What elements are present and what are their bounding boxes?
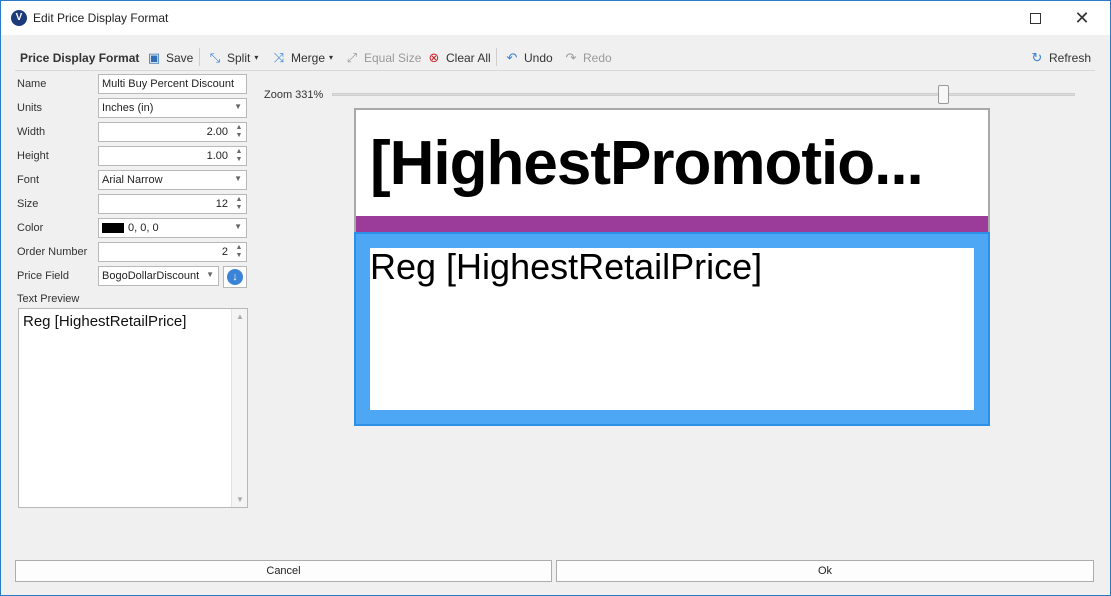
width-stepper[interactable]: 2.00 ▲ ▼ — [98, 122, 247, 142]
order-number-stepper[interactable]: 2 ▲ ▼ — [98, 242, 247, 262]
height-value: 1.00 — [206, 150, 228, 162]
chevron-down-icon: ▾ — [329, 53, 334, 62]
units-select[interactable]: Inches (in) ▼ — [98, 98, 247, 118]
refresh-button[interactable]: ↻ Refresh — [1029, 44, 1091, 71]
width-label: Width — [17, 126, 46, 138]
height-label: Height — [17, 150, 49, 162]
refresh-label: Refresh — [1049, 50, 1092, 65]
app-logo-icon: V — [11, 10, 27, 26]
save-label: Save — [166, 50, 194, 65]
text-preview-textarea[interactable]: Reg [HighestRetailPrice] ▲ ▼ — [18, 308, 248, 508]
toolbar: Price Display Format ▣ Save ⤡ Split ▾ ⤨ … — [15, 44, 1095, 71]
size-stepper[interactable]: 12 ▲ ▼ — [98, 194, 247, 214]
spin-arrows-icon[interactable]: ▲ ▼ — [234, 148, 244, 164]
text-preview-content: Reg [HighestRetailPrice] — [23, 313, 187, 330]
toolbar-separator — [199, 48, 200, 66]
undo-icon: ↶ — [506, 49, 518, 65]
close-button[interactable]: ✕ — [1059, 1, 1105, 35]
size-label: Size — [17, 198, 39, 210]
split-icon: ⤡ — [209, 49, 221, 65]
spin-arrows-icon[interactable]: ▲ ▼ — [234, 244, 244, 260]
scroll-up-icon[interactable]: ▲ — [232, 312, 248, 321]
order-number-label: Order Number — [17, 246, 88, 258]
edit-price-display-format-window: V Edit Price Display Format ✕ Price Disp… — [0, 0, 1111, 596]
window-title: Edit Price Display Format — [33, 11, 169, 25]
size-value: 12 — [215, 198, 228, 210]
name-label: Name — [17, 78, 47, 90]
chevron-down-icon: ▼ — [234, 222, 242, 231]
units-value: Inches (in) — [102, 102, 154, 114]
section-retail-content: Reg [HighestRetailPrice] — [370, 246, 974, 410]
label-design-canvas[interactable]: [HighestPromotio... Reg [HighestRetailPr… — [354, 108, 990, 426]
units-label: Units — [17, 102, 43, 114]
zoom-label: Zoom 331% — [264, 89, 324, 101]
section-retail-text: Reg [HighestRetailPrice] — [370, 246, 763, 287]
name-field[interactable]: Multi Buy Percent Discount — [98, 74, 247, 94]
chevron-down-icon: ▼ — [234, 174, 242, 183]
width-value: 2.00 — [206, 126, 228, 138]
spin-arrows-icon[interactable]: ▲ ▼ — [234, 124, 244, 140]
clear-icon: ⊗ — [428, 49, 440, 65]
redo-label: Redo — [583, 50, 612, 65]
close-icon: ✕ — [1074, 7, 1090, 28]
equal-size-label: Equal Size — [364, 50, 422, 65]
height-stepper[interactable]: 1.00 ▲ ▼ — [98, 146, 247, 166]
ok-button[interactable]: Ok — [556, 560, 1094, 582]
canvas-section-promotion[interactable]: [HighestPromotio... — [356, 110, 988, 216]
color-swatch — [102, 223, 124, 233]
text-preview-label: Text Preview — [17, 293, 80, 305]
zoom-slider-thumb[interactable] — [938, 85, 949, 104]
redo-icon: ↷ — [565, 49, 577, 65]
scroll-down-icon[interactable]: ▼ — [232, 495, 248, 504]
insert-field-button[interactable]: ↓ — [223, 266, 247, 288]
redo-button[interactable]: ↷ Redo — [563, 44, 612, 71]
color-select[interactable]: 0, 0, 0 ▼ — [98, 218, 247, 238]
equal-size-button[interactable]: ⤢ Equal Size — [344, 44, 422, 71]
canvas-section-retail-selected[interactable]: Reg [HighestRetailPrice] — [354, 232, 990, 426]
cancel-button[interactable]: Cancel — [15, 560, 552, 582]
merge-dropdown[interactable]: ⤨ Merge ▾ — [271, 44, 333, 71]
chevron-down-icon: ▾ — [254, 53, 259, 62]
price-field-select[interactable]: BogoDollarDiscount ▼ — [98, 266, 219, 286]
maximize-icon — [1029, 12, 1041, 24]
zoom-slider-track[interactable] — [332, 93, 1075, 96]
section-promotion-text: [HighestPromotio... — [370, 128, 924, 198]
color-value: 0, 0, 0 — [128, 222, 159, 234]
refresh-icon: ↻ — [1031, 49, 1043, 65]
save-button[interactable]: ▣ Save — [146, 44, 194, 71]
undo-label: Undo — [524, 50, 553, 65]
clear-all-label: Clear All — [446, 50, 491, 65]
font-label: Font — [17, 174, 40, 186]
merge-label: Merge — [291, 50, 326, 65]
undo-button[interactable]: ↶ Undo — [504, 44, 553, 71]
title-bar: V Edit Price Display Format ✕ — [1, 1, 1110, 35]
merge-icon: ⤨ — [273, 49, 285, 65]
font-value: Arial Narrow — [102, 174, 163, 186]
clear-all-button[interactable]: ⊗ Clear All — [426, 44, 491, 71]
chevron-down-icon: ▼ — [206, 270, 214, 279]
price-field-value: BogoDollarDiscount — [102, 270, 200, 282]
section-divider-band[interactable] — [356, 216, 988, 232]
spin-arrows-icon[interactable]: ▲ ▼ — [234, 196, 244, 212]
equal-size-icon: ⤢ — [346, 49, 358, 65]
split-dropdown[interactable]: ⤡ Split ▾ — [207, 44, 259, 71]
toolbar-separator — [496, 48, 497, 66]
color-label: Color — [17, 222, 44, 234]
font-select[interactable]: Arial Narrow ▼ — [98, 170, 247, 190]
split-label: Split — [227, 50, 251, 65]
chevron-down-icon: ▼ — [234, 102, 242, 111]
price-field-label: Price Field — [17, 270, 69, 282]
save-icon: ▣ — [147, 49, 161, 65]
maximize-button[interactable] — [1012, 1, 1058, 35]
toolbar-title: Price Display Format — [20, 50, 140, 65]
download-arrow-icon: ↓ — [227, 269, 243, 285]
vertical-scrollbar[interactable]: ▲ ▼ — [231, 309, 247, 507]
name-value: Multi Buy Percent Discount — [102, 78, 235, 90]
order-number-value: 2 — [221, 246, 228, 258]
